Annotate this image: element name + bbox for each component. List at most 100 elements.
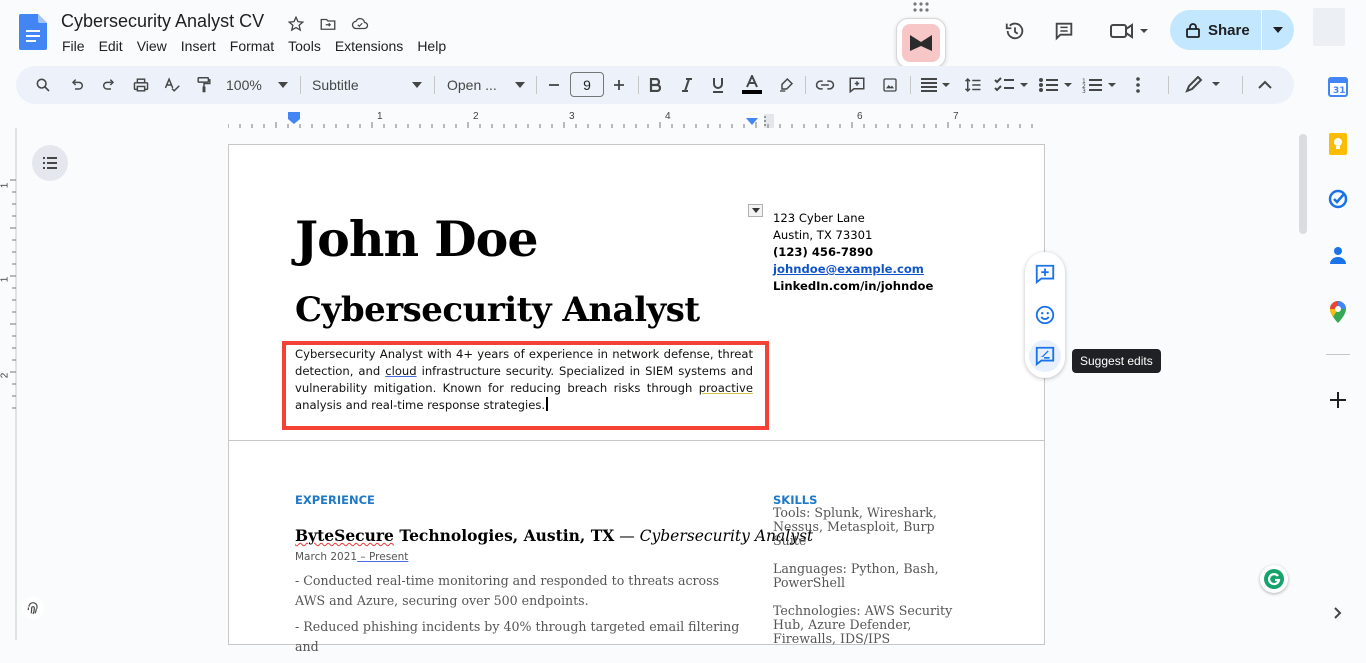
add-emoji-reaction-icon[interactable] bbox=[1029, 299, 1061, 331]
search-menus-icon[interactable] bbox=[32, 74, 54, 96]
menu-insert[interactable]: Insert bbox=[174, 37, 223, 55]
resume-title[interactable]: Cybersecurity Analyst bbox=[295, 290, 700, 330]
caret-down-icon bbox=[277, 82, 288, 88]
experience-heading[interactable]: EXPERIENCE bbox=[295, 493, 375, 507]
decrease-font-size-icon[interactable] bbox=[545, 74, 563, 96]
toolbar-divider bbox=[910, 76, 911, 94]
extension-bookmark-icon bbox=[902, 24, 940, 62]
undo-icon[interactable] bbox=[66, 74, 88, 96]
menu-edit[interactable]: Edit bbox=[92, 37, 130, 55]
account-avatar[interactable] bbox=[1313, 8, 1345, 46]
meet-button[interactable] bbox=[1104, 15, 1152, 47]
contact-email-link[interactable]: johndoe@example.com bbox=[773, 261, 933, 278]
toolbar-divider bbox=[300, 76, 301, 94]
grammarly-icon[interactable] bbox=[1260, 565, 1288, 593]
maps-icon[interactable] bbox=[1327, 301, 1349, 323]
print-icon[interactable] bbox=[130, 74, 152, 96]
editing-mode-icon[interactable] bbox=[1184, 74, 1222, 96]
add-addon-icon[interactable] bbox=[1327, 389, 1349, 411]
add-comment-icon[interactable] bbox=[1029, 258, 1061, 290]
add-comment-icon[interactable] bbox=[846, 74, 868, 96]
fingerprint-icon[interactable] bbox=[22, 597, 44, 619]
vruler-number: 1 bbox=[0, 276, 11, 283]
caret-down-icon bbox=[751, 208, 760, 213]
keep-icon[interactable] bbox=[1327, 133, 1349, 155]
skills-item[interactable]: Tools: Splunk, Wireshark, Nessus, Metasp… bbox=[773, 506, 963, 548]
drag-handle-icon[interactable] bbox=[912, 2, 930, 12]
contact-address-line2[interactable]: Austin, TX 73301 bbox=[773, 227, 933, 244]
ruler-number: 2 bbox=[473, 111, 479, 122]
menu-view[interactable]: View bbox=[130, 37, 174, 55]
checklist-icon[interactable] bbox=[994, 74, 1030, 96]
resume-name[interactable]: John Doe bbox=[295, 210, 539, 268]
job-dates[interactable]: March 2021 – Present bbox=[295, 551, 408, 563]
increase-font-size-icon[interactable] bbox=[610, 74, 628, 96]
menu-help[interactable]: Help bbox=[410, 37, 453, 55]
calendar-icon[interactable]: 31 bbox=[1327, 76, 1349, 98]
font-family-select[interactable]: Open ... bbox=[447, 74, 525, 96]
paint-format-icon[interactable] bbox=[193, 74, 215, 96]
highlight-color-icon[interactable] bbox=[775, 74, 797, 96]
underline-icon[interactable] bbox=[707, 74, 729, 96]
spellcheck-icon[interactable] bbox=[161, 74, 183, 96]
tasks-icon[interactable] bbox=[1327, 188, 1349, 210]
share-dropdown[interactable] bbox=[1262, 10, 1294, 50]
redo-icon[interactable] bbox=[98, 74, 120, 96]
bold-icon[interactable] bbox=[644, 74, 666, 96]
summary-flagged-word[interactable]: cloud bbox=[385, 364, 416, 378]
suggest-edits-icon[interactable] bbox=[1029, 340, 1061, 372]
contact-linkedin[interactable]: LinkedIn.com/in/johndoe bbox=[773, 278, 933, 295]
italic-icon[interactable] bbox=[676, 74, 698, 96]
caret-down-icon bbox=[1273, 27, 1283, 33]
numbered-list-icon[interactable]: 123 bbox=[1082, 74, 1118, 96]
docs-logo-icon[interactable] bbox=[19, 14, 47, 50]
menu-extensions[interactable]: Extensions bbox=[328, 37, 410, 55]
align-icon[interactable] bbox=[920, 74, 952, 96]
menu-file[interactable]: File bbox=[55, 37, 92, 55]
more-options-icon[interactable] bbox=[1128, 74, 1148, 96]
hide-menus-icon[interactable] bbox=[1254, 74, 1276, 96]
menu-tools[interactable]: Tools bbox=[281, 37, 328, 55]
line-spacing-icon[interactable] bbox=[962, 74, 984, 96]
job-bullet[interactable]: - Conducted real-time monitoring and res… bbox=[295, 571, 745, 610]
move-folder-icon[interactable] bbox=[317, 13, 339, 35]
extension-button[interactable] bbox=[896, 18, 946, 68]
cloud-saved-icon[interactable] bbox=[349, 13, 371, 35]
summary-text: analysis and real-time response strategi… bbox=[295, 398, 546, 412]
ruler-number: 1 bbox=[377, 111, 383, 122]
zoom-select[interactable]: 100% bbox=[226, 74, 292, 96]
contact-block: 123 Cyber Lane Austin, TX 73301 (123) 45… bbox=[773, 210, 933, 295]
insert-link-icon[interactable] bbox=[814, 74, 836, 96]
toolbar-divider bbox=[536, 76, 537, 94]
suggest-edits-tooltip: Suggest edits bbox=[1072, 349, 1161, 373]
job-heading[interactable]: ByteSecure Technologies, Austin, TX — Cy… bbox=[295, 526, 813, 545]
contact-phone[interactable]: (123) 456-7890 bbox=[773, 244, 933, 261]
share-button[interactable]: Share bbox=[1170, 10, 1294, 50]
paragraph-style-select[interactable]: Subtitle bbox=[312, 74, 422, 96]
contact-address-line1[interactable]: 123 Cyber Lane bbox=[773, 210, 933, 227]
document-title[interactable]: Cybersecurity Analyst CV bbox=[61, 11, 264, 32]
contacts-icon[interactable] bbox=[1327, 244, 1349, 266]
vruler-ticks bbox=[10, 179, 16, 409]
summary-flagged-word[interactable]: proactive bbox=[699, 381, 753, 395]
document-outline-button[interactable] bbox=[32, 145, 68, 181]
text-color-icon[interactable] bbox=[740, 74, 764, 96]
resume-summary[interactable]: Cybersecurity Analyst with 4+ years of e… bbox=[295, 346, 753, 414]
job-bullet[interactable]: - Reduced phishing incidents by 40% thro… bbox=[295, 617, 745, 656]
bulleted-list-icon[interactable] bbox=[1038, 74, 1074, 96]
share-main[interactable]: Share bbox=[1170, 10, 1261, 50]
table-dropdown-chip[interactable] bbox=[748, 204, 763, 217]
company-name-flagged[interactable]: ByteSecure bbox=[295, 526, 394, 545]
menu-format[interactable]: Format bbox=[223, 37, 281, 55]
font-size-input[interactable]: 9 bbox=[570, 72, 604, 97]
comments-icon[interactable] bbox=[1048, 15, 1080, 47]
formatting-toolbar: 100% Subtitle Open ... 9 1 2 3 bbox=[16, 66, 1294, 104]
star-icon[interactable] bbox=[285, 13, 307, 35]
skills-item[interactable]: Languages: Python, Bash, PowerShell bbox=[773, 562, 963, 590]
expand-panel-icon[interactable] bbox=[1327, 602, 1349, 624]
version-history-icon[interactable] bbox=[999, 15, 1031, 47]
vertical-ruler[interactable]: 1 1 2 bbox=[0, 128, 16, 640]
insert-image-icon[interactable] bbox=[879, 74, 901, 96]
horizontal-ruler[interactable]: 1 2 3 4 5 6 7 bbox=[228, 110, 1046, 130]
scrollbar-thumb[interactable] bbox=[1299, 134, 1307, 234]
